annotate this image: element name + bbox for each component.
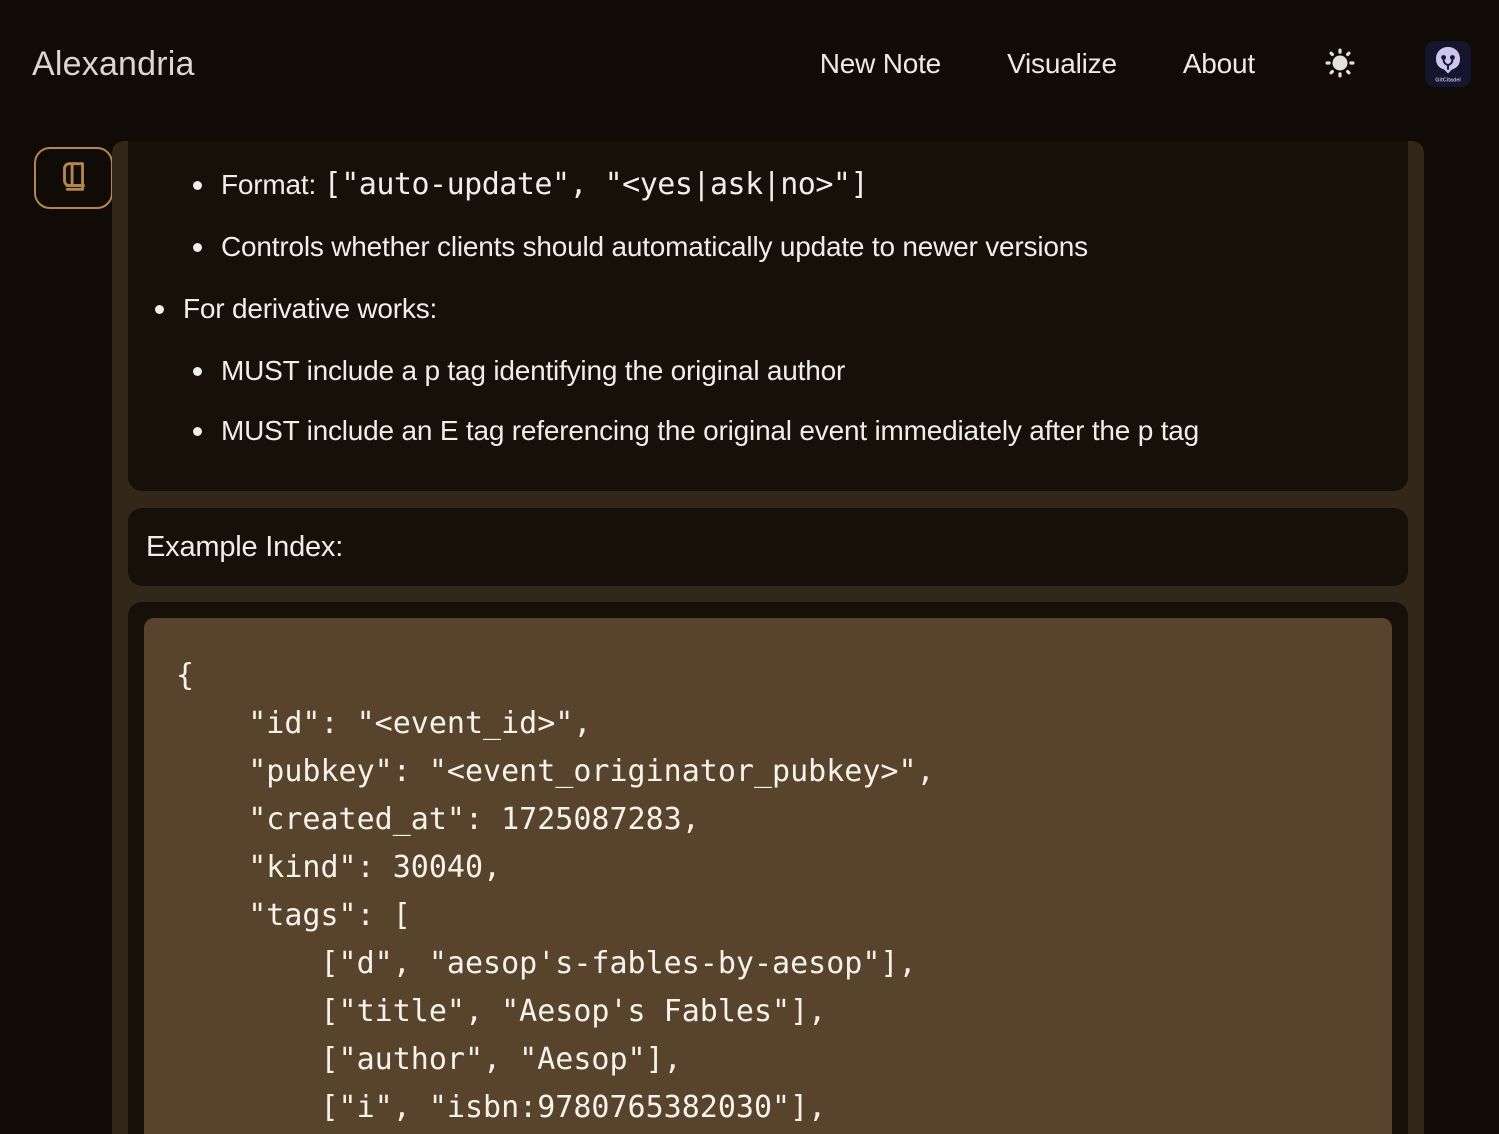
brand-title[interactable]: Alexandria [32,45,195,84]
inline-code: ["auto-update", "<yes|ask|no>"] [324,167,868,202]
header-nav: New Note Visualize About [820,41,1471,87]
list-item-text: For derivative works: [183,290,437,328]
bullet-icon [193,367,202,376]
svg-text:GitCitadel: GitCitadel [1435,78,1461,84]
bullet-icon [155,305,164,314]
theme-toggle-button[interactable] [1321,45,1359,83]
list-item-text: MUST include a p tag identifying the ori… [221,352,845,390]
bullet-icon [193,181,202,190]
list-item: MUST include a p tag identifying the ori… [128,352,1408,390]
json-code-block: { "id": "<event_id>", "pubkey": "<event_… [144,618,1392,1134]
book-icon [55,158,93,199]
sun-icon [1322,45,1358,84]
list-item-text: MUST include an E tag referencing the or… [221,412,1199,450]
app-header: Alexandria New Note Visualize About [0,0,1499,128]
nav-about[interactable]: About [1183,48,1255,80]
list-item: MUST include an E tag referencing the or… [128,412,1408,450]
gitcitadel-logo[interactable]: GitCitadel [1425,41,1471,87]
list-item-text: Controls whether clients should automati… [221,228,1088,266]
example-index-card: Example Index: [128,508,1408,586]
sidebar-toggle-button[interactable] [34,147,113,209]
document-scroll-area[interactable]: Format: ["auto-update", "<yes|ask|no>"] … [112,141,1424,1134]
code-card: { "id": "<event_id>", "pubkey": "<event_… [128,602,1408,1134]
example-index-heading: Example Index: [146,531,343,564]
list-item: Format: ["auto-update", "<yes|ask|no>"] [128,166,1408,204]
list-item: Controls whether clients should automati… [128,228,1408,266]
bullet-icon [193,243,202,252]
nav-visualize[interactable]: Visualize [1007,48,1117,80]
spec-list-card: Format: ["auto-update", "<yes|ask|no>"] … [128,141,1408,491]
list-item-text: Format: ["auto-update", "<yes|ask|no>"] [221,166,868,204]
list-item: For derivative works: [128,290,1408,328]
bullet-icon [193,427,202,436]
nav-new-note[interactable]: New Note [820,48,941,80]
